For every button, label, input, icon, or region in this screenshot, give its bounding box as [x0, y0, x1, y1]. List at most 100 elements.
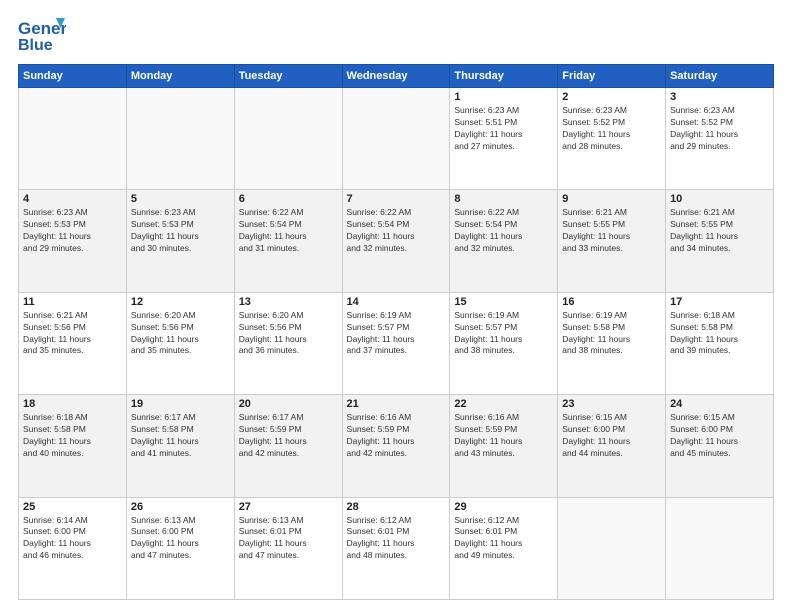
day-number: 13: [239, 296, 338, 308]
calendar-week-row: 1 Sunrise: 6:23 AM Sunset: 5:51 PM Daylig…: [19, 88, 774, 190]
calendar-week-row: 25Sunrise: 6:14 AM Sunset: 6:00 PM Dayli…: [19, 497, 774, 599]
day-info: Sunrise: 6:22 AM Sunset: 5:54 PM Dayligh…: [454, 207, 553, 255]
day-number: 19: [131, 398, 230, 410]
calendar-week-row: 4Sunrise: 6:23 AM Sunset: 5:53 PM Daylig…: [19, 190, 774, 292]
calendar-cell: [342, 88, 450, 190]
day-number: 16: [562, 296, 661, 308]
logo: General Blue: [18, 16, 66, 56]
svg-text:Blue: Blue: [18, 37, 53, 54]
day-info: Sunrise: 6:15 AM Sunset: 6:00 PM Dayligh…: [670, 412, 769, 460]
day-info: Sunrise: 6:23 AM Sunset: 5:53 PM Dayligh…: [131, 207, 230, 255]
calendar-cell: 2Sunrise: 6:23 AM Sunset: 5:52 PM Daylig…: [558, 88, 666, 190]
day-number: 11: [23, 296, 122, 308]
day-info: Sunrise: 6:17 AM Sunset: 5:58 PM Dayligh…: [131, 412, 230, 460]
day-info: Sunrise: 6:13 AM Sunset: 6:01 PM Dayligh…: [239, 515, 338, 563]
calendar-cell: 26 Sunrise: 6:13 AM Sunset: 6:00 PM Dayli…: [126, 497, 234, 599]
weekday-header: Saturday: [666, 65, 774, 88]
day-number: 20: [239, 398, 338, 410]
calendar-cell: 21Sunrise: 6:16 AM Sunset: 5:59 PM Dayli…: [342, 395, 450, 497]
calendar-table: SundayMondayTuesdayWednesdayThursdayFrid…: [18, 64, 774, 600]
calendar-cell: 4Sunrise: 6:23 AM Sunset: 5:53 PM Daylig…: [19, 190, 127, 292]
page: General Blue SundayMondayTuesdayWednesda…: [0, 0, 792, 612]
calendar-cell: 3 Sunrise: 6:23 AM Sunset: 5:52 PM Daylig…: [666, 88, 774, 190]
day-info: Sunrise: 6:13 AM Sunset: 6:00 PM Dayligh…: [131, 515, 230, 563]
day-number: 10: [670, 193, 769, 205]
day-info: Sunrise: 6:18 AM Sunset: 5:58 PM Dayligh…: [23, 412, 122, 460]
day-number: 1: [454, 91, 553, 103]
calendar-cell: 15 Sunrise: 6:19 AM Sunset: 5:57 PM Dayli…: [450, 292, 558, 394]
weekday-header: Wednesday: [342, 65, 450, 88]
calendar-cell: 5 Sunrise: 6:23 AM Sunset: 5:53 PM Daylig…: [126, 190, 234, 292]
day-number: 7: [347, 193, 446, 205]
day-info: Sunrise: 6:19 AM Sunset: 5:57 PM Dayligh…: [454, 310, 553, 358]
day-number: 24: [670, 398, 769, 410]
calendar-cell: 22 Sunrise: 6:16 AM Sunset: 5:59 PM Dayli…: [450, 395, 558, 497]
calendar-cell: 29 Sunrise: 6:12 AM Sunset: 6:01 PM Dayli…: [450, 497, 558, 599]
day-info: Sunrise: 6:21 AM Sunset: 5:55 PM Dayligh…: [670, 207, 769, 255]
day-info: Sunrise: 6:21 AM Sunset: 5:55 PM Dayligh…: [562, 207, 661, 255]
day-info: Sunrise: 6:17 AM Sunset: 5:59 PM Dayligh…: [239, 412, 338, 460]
day-number: 28: [347, 501, 446, 513]
day-number: 15: [454, 296, 553, 308]
day-info: Sunrise: 6:15 AM Sunset: 6:00 PM Dayligh…: [562, 412, 661, 460]
weekday-header: Friday: [558, 65, 666, 88]
calendar-cell: 8 Sunrise: 6:22 AM Sunset: 5:54 PM Daylig…: [450, 190, 558, 292]
day-info: Sunrise: 6:12 AM Sunset: 6:01 PM Dayligh…: [347, 515, 446, 563]
day-info: Sunrise: 6:23 AM Sunset: 5:51 PM Dayligh…: [454, 105, 553, 153]
day-info: Sunrise: 6:20 AM Sunset: 5:56 PM Dayligh…: [131, 310, 230, 358]
day-number: 8: [454, 193, 553, 205]
day-number: 17: [670, 296, 769, 308]
day-number: 9: [562, 193, 661, 205]
calendar-cell: 27 Sunrise: 6:13 AM Sunset: 6:01 PM Dayli…: [234, 497, 342, 599]
weekday-header: Tuesday: [234, 65, 342, 88]
calendar-cell: 12Sunrise: 6:20 AM Sunset: 5:56 PM Dayli…: [126, 292, 234, 394]
calendar-cell: 23 Sunrise: 6:15 AM Sunset: 6:00 PM Dayli…: [558, 395, 666, 497]
calendar-cell: [234, 88, 342, 190]
day-info: Sunrise: 6:12 AM Sunset: 6:01 PM Dayligh…: [454, 515, 553, 563]
calendar-cell: 28 Sunrise: 6:12 AM Sunset: 6:01 PM Dayli…: [342, 497, 450, 599]
calendar-cell: 10 Sunrise: 6:21 AM Sunset: 5:55 PM Dayli…: [666, 190, 774, 292]
calendar-cell: 9 Sunrise: 6:21 AM Sunset: 5:55 PM Daylig…: [558, 190, 666, 292]
day-number: 27: [239, 501, 338, 513]
day-number: 5: [131, 193, 230, 205]
header: General Blue: [18, 16, 774, 56]
day-number: 14: [347, 296, 446, 308]
calendar-cell: 16Sunrise: 6:19 AM Sunset: 5:58 PM Dayli…: [558, 292, 666, 394]
day-info: Sunrise: 6:19 AM Sunset: 5:57 PM Dayligh…: [347, 310, 446, 358]
day-info: Sunrise: 6:16 AM Sunset: 5:59 PM Dayligh…: [454, 412, 553, 460]
day-number: 22: [454, 398, 553, 410]
day-info: Sunrise: 6:18 AM Sunset: 5:58 PM Dayligh…: [670, 310, 769, 358]
calendar-cell: 11 Sunrise: 6:21 AM Sunset: 5:56 PM Dayli…: [19, 292, 127, 394]
calendar-header-row: SundayMondayTuesdayWednesdayThursdayFrid…: [19, 65, 774, 88]
day-info: Sunrise: 6:23 AM Sunset: 5:52 PM Dayligh…: [670, 105, 769, 153]
day-info: Sunrise: 6:22 AM Sunset: 5:54 PM Dayligh…: [239, 207, 338, 255]
calendar-cell: [666, 497, 774, 599]
calendar-cell: 20 Sunrise: 6:17 AM Sunset: 5:59 PM Dayli…: [234, 395, 342, 497]
calendar-cell: 14 Sunrise: 6:19 AM Sunset: 5:57 PM Dayli…: [342, 292, 450, 394]
calendar-cell: 17 Sunrise: 6:18 AM Sunset: 5:58 PM Dayli…: [666, 292, 774, 394]
weekday-header: Thursday: [450, 65, 558, 88]
calendar-cell: [19, 88, 127, 190]
day-number: 21: [347, 398, 446, 410]
calendar-cell: 1 Sunrise: 6:23 AM Sunset: 5:51 PM Daylig…: [450, 88, 558, 190]
calendar-cell: 19 Sunrise: 6:17 AM Sunset: 5:58 PM Dayli…: [126, 395, 234, 497]
calendar-cell: 13 Sunrise: 6:20 AM Sunset: 5:56 PM Dayli…: [234, 292, 342, 394]
logo-svg: General Blue: [18, 16, 66, 56]
calendar-cell: [126, 88, 234, 190]
calendar-cell: 25Sunrise: 6:14 AM Sunset: 6:00 PM Dayli…: [19, 497, 127, 599]
day-info: Sunrise: 6:20 AM Sunset: 5:56 PM Dayligh…: [239, 310, 338, 358]
day-info: Sunrise: 6:21 AM Sunset: 5:56 PM Dayligh…: [23, 310, 122, 358]
day-info: Sunrise: 6:23 AM Sunset: 5:52 PM Dayligh…: [562, 105, 661, 153]
day-info: Sunrise: 6:22 AM Sunset: 5:54 PM Dayligh…: [347, 207, 446, 255]
day-number: 18: [23, 398, 122, 410]
calendar-cell: 6 Sunrise: 6:22 AM Sunset: 5:54 PM Daylig…: [234, 190, 342, 292]
day-number: 29: [454, 501, 553, 513]
calendar-week-row: 18 Sunrise: 6:18 AM Sunset: 5:58 PM Dayli…: [19, 395, 774, 497]
calendar-cell: [558, 497, 666, 599]
day-number: 26: [131, 501, 230, 513]
day-number: 23: [562, 398, 661, 410]
day-info: Sunrise: 6:23 AM Sunset: 5:53 PM Dayligh…: [23, 207, 122, 255]
day-number: 3: [670, 91, 769, 103]
calendar-cell: 7 Sunrise: 6:22 AM Sunset: 5:54 PM Daylig…: [342, 190, 450, 292]
day-number: 6: [239, 193, 338, 205]
